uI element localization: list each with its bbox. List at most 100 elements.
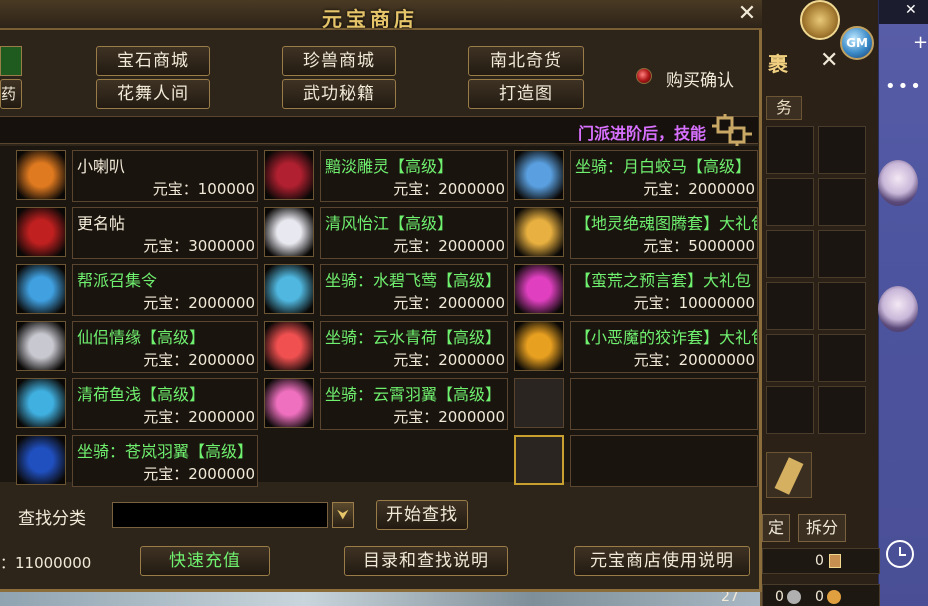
gift-box-icon[interactable] (514, 207, 564, 257)
item-info-box[interactable]: 坐骑：苍岚羽翼【高级】 元宝：2000000 (72, 435, 258, 487)
item-name: 【小恶魔的狡诈套】大礼包 (575, 328, 758, 347)
inventory-slot[interactable] (766, 386, 814, 434)
item-info-box[interactable]: 坐骑：水碧飞莺【高级】 元宝：2000000 (320, 264, 508, 316)
bird-mount-icon[interactable] (264, 264, 314, 314)
buy-confirm-radio[interactable] (636, 68, 652, 84)
robe-icon[interactable] (264, 207, 314, 257)
quick-recharge-button[interactable]: 快速充值 (140, 546, 270, 576)
item-price: 元宝：2000000 (143, 351, 255, 369)
tab-crafting-recipes[interactable]: 打造图 (468, 79, 584, 109)
rename-card-icon[interactable] (16, 207, 66, 257)
inventory-slot[interactable] (818, 178, 866, 226)
item-info-box[interactable]: 坐骑：云霄羽翼【高级】 元宝：2000000 (320, 378, 508, 430)
empty-item-slot[interactable] (514, 435, 564, 485)
tab-gem-mall[interactable]: 宝石商城 (96, 46, 210, 76)
gm-button[interactable]: GM (840, 26, 874, 60)
summon-token-icon[interactable] (16, 264, 66, 314)
pink-wings-icon[interactable] (264, 378, 314, 428)
yuanbao-shop-window: 元宝商店 ✕ 宝石商城 珍兽商城 南北奇货 药 花舞人间 武功秘籍 打造图 购买… (0, 0, 762, 592)
inventory-slot[interactable] (766, 126, 814, 174)
inventory-confirm-button[interactable]: 定 (762, 514, 790, 542)
scroll-item-icon[interactable] (766, 452, 812, 498)
inventory-slot[interactable] (818, 282, 866, 330)
item-price: 元宝：3000000 (143, 237, 255, 255)
armor-icon[interactable] (16, 321, 66, 371)
fish-robe-icon[interactable] (16, 378, 66, 428)
shop-item[interactable]: 【小恶魔的狡诈套】大礼包元宝：20000000 (514, 321, 758, 373)
inventory-close-icon[interactable]: ✕ (820, 48, 838, 73)
item-price: 元宝：2000000 (393, 408, 505, 426)
tab-flower-dance[interactable]: 花舞人间 (96, 79, 210, 109)
avatar[interactable] (878, 160, 918, 206)
tab-martial-manuals[interactable]: 武功秘籍 (282, 79, 396, 109)
shop-item[interactable]: 【蛮荒之预言套】大礼包 元宝：10000000 (514, 264, 758, 316)
eagle-spirit-icon[interactable] (264, 150, 314, 200)
item-price: 元宝：20000000 (633, 351, 755, 369)
shop-item[interactable]: 清荷鱼浅【高级】元宝：2000000 (16, 378, 258, 430)
empty-item-slot[interactable] (514, 378, 564, 428)
minimap-ornament[interactable] (800, 0, 840, 40)
shop-item[interactable]: 坐骑：云水青荷【高级】 元宝：2000000 (264, 321, 508, 373)
inventory-slot[interactable] (818, 126, 866, 174)
item-info-box[interactable]: 清荷鱼浅【高级】元宝：2000000 (72, 378, 258, 430)
shop-item[interactable]: 坐骑：水碧飞莺【高级】 元宝：2000000 (264, 264, 508, 316)
inventory-slot[interactable] (818, 334, 866, 382)
dropdown-arrow-icon[interactable]: ⮟ (332, 502, 354, 528)
inventory-slot[interactable] (766, 230, 814, 278)
item-info-box[interactable]: 更名帖 元宝：3000000 (72, 207, 258, 259)
shop-item[interactable]: 黯淡雕灵【高级】 元宝：2000000 (264, 150, 508, 202)
tab-stub-selected[interactable] (0, 46, 22, 76)
shop-item[interactable]: 小喇叭 元宝：100000 (16, 150, 258, 202)
side-topbar-close-icon[interactable]: ✕ (905, 2, 917, 18)
inventory-slot[interactable] (766, 282, 814, 330)
blue-wings-icon[interactable] (16, 435, 66, 485)
shop-item[interactable]: 更名帖 元宝：3000000 (16, 207, 258, 259)
item-info-box[interactable]: 坐骑：云水青荷【高级】 元宝：2000000 (320, 321, 508, 373)
treasure-chest-icon[interactable] (514, 264, 564, 314)
item-name: 清荷鱼浅【高级】 (77, 385, 206, 404)
clock-icon[interactable] (886, 540, 914, 568)
item-info-box[interactable]: 黯淡雕灵【高级】 元宝：2000000 (320, 150, 508, 202)
inventory-slot[interactable] (818, 386, 866, 434)
search-category-input[interactable] (112, 502, 328, 528)
shop-item[interactable]: 【地灵绝魂图腾套】大礼包 元宝：5000000 (514, 207, 758, 259)
tab-pet-mall[interactable]: 珍兽商城 (282, 46, 396, 76)
inventory-slot[interactable] (818, 230, 866, 278)
item-info-box[interactable]: 【小恶魔的狡诈套】大礼包元宝：20000000 (570, 321, 758, 373)
tab-misc-goods[interactable]: 南北奇货 (468, 46, 584, 76)
shop-item[interactable]: 坐骑：云霄羽翼【高级】 元宝：2000000 (264, 378, 508, 430)
tab-medicine-stub[interactable]: 药 (0, 79, 22, 109)
start-search-button[interactable]: 开始查找 (376, 500, 468, 530)
shop-item[interactable]: 仙侣情缘【高级】 元宝：2000000 (16, 321, 258, 373)
inventory-slot[interactable] (766, 334, 814, 382)
item-price: 元宝：2000000 (143, 408, 255, 426)
shop-item[interactable]: 帮派召集令 元宝：2000000 (16, 264, 258, 316)
empty-item-box (570, 435, 758, 487)
inventory-tab[interactable]: 务 (766, 96, 802, 120)
close-icon[interactable]: ✕ (736, 3, 758, 26)
shop-item[interactable]: 坐骑：苍岚羽翼【高级】 元宝：2000000 (16, 435, 258, 487)
golden-chest-icon[interactable] (514, 321, 564, 371)
item-info-box[interactable]: 小喇叭 元宝：100000 (72, 150, 258, 202)
item-info-box[interactable]: 【地灵绝魂图腾套】大礼包 元宝：5000000 (570, 207, 758, 259)
shop-item[interactable]: 清风怡江【高级】 元宝：2000000 (264, 207, 508, 259)
shop-item[interactable]: 坐骑：月白蛟马【高级】 元宝：2000000 (514, 150, 758, 202)
inventory-slot[interactable] (766, 178, 814, 226)
horse-mount-icon[interactable] (514, 150, 564, 200)
item-info-box[interactable]: 清风怡江【高级】 元宝：2000000 (320, 207, 508, 259)
item-info-box[interactable]: 帮派召集令 元宝：2000000 (72, 264, 258, 316)
horn-icon[interactable] (16, 150, 66, 200)
item-info-box[interactable]: 坐骑：月白蛟马【高级】 元宝：2000000 (570, 150, 758, 202)
item-info-box[interactable]: 仙侣情缘【高级】 元宝：2000000 (72, 321, 258, 373)
item-name: 清风怡江【高级】 (325, 214, 454, 233)
item-info-box[interactable]: 【蛮荒之预言套】大礼包 元宝：10000000 (570, 264, 758, 316)
catalog-help-button[interactable]: 目录和查找说明 (344, 546, 508, 576)
item-price: 元宝：2000000 (393, 180, 505, 198)
add-icon[interactable]: + (913, 32, 928, 53)
item-price: 元宝：100000 (152, 180, 255, 198)
more-options-icon[interactable]: ••• (885, 76, 923, 97)
shop-help-button[interactable]: 元宝商店使用说明 (574, 546, 750, 576)
avatar[interactable] (878, 286, 918, 332)
inventory-split-button[interactable]: 拆分 (798, 514, 846, 542)
koi-mount-icon[interactable] (264, 321, 314, 371)
